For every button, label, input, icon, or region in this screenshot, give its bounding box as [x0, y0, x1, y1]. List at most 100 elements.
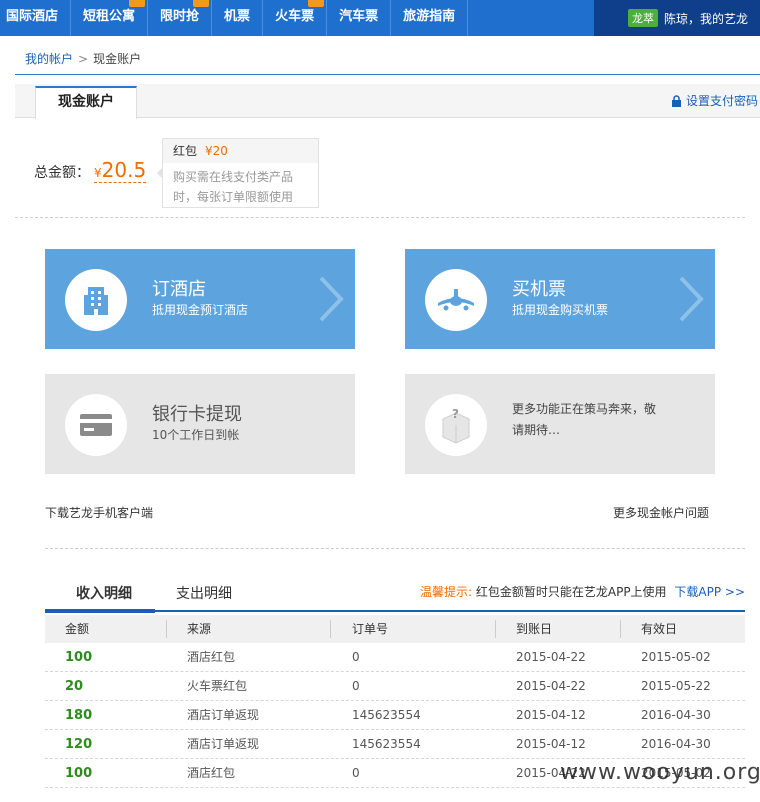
nav-item-train[interactable]: 火车票: [263, 0, 328, 36]
amount-value: 20.5: [101, 158, 147, 182]
tooltip-arrow: [157, 167, 163, 179]
nav-item-intl-hotel[interactable]: 国际酒店: [0, 0, 72, 36]
bank-withdraw-card[interactable]: 银行卡提现 10个工作日到帐: [45, 374, 355, 474]
card-icon-circle: [425, 269, 487, 331]
column-header-source: 来源: [187, 622, 212, 636]
column-separator: [166, 620, 167, 638]
chevron-right-icon: [319, 276, 344, 322]
warm-tip: 温馨提示: 红包金额暂时只能在艺龙APP上使用 下载APP >>: [420, 583, 745, 600]
cell-order-no: 145623554: [352, 737, 421, 751]
nav-item-label: 火车票: [275, 9, 315, 24]
column-header-order-no: 订单号: [352, 622, 389, 636]
tooltip-header: 红包 ¥20: [163, 139, 318, 163]
cell-amount: 100: [65, 650, 93, 665]
card-icon-circle: ?: [425, 394, 487, 456]
new-badge-icon: [308, 0, 325, 7]
chevron-right-icon: [679, 276, 704, 322]
card-icon-circle: [65, 269, 127, 331]
card-subtitle: 抵用现金预订酒店: [152, 303, 249, 317]
nav-item-flights[interactable]: 机票: [212, 0, 264, 36]
breadcrumb-current: 现金账户: [93, 52, 142, 66]
breadcrumb-separator: >: [78, 51, 89, 66]
card-title: 银行卡提现: [152, 404, 242, 425]
download-app-link[interactable]: 下载APP >>: [674, 585, 745, 599]
tooltip-line: 时，每张订单限额使用: [173, 190, 294, 204]
nav-item-label: 限时抢: [160, 9, 200, 24]
cell-order-no: 0: [352, 650, 360, 664]
top-navigation-bar: 国际酒店 短租公寓 限时抢 机票 火车票 汽车票 旅游指南 龙萃 陈琼，我的艺龙: [0, 0, 760, 36]
user-menu[interactable]: 龙萃 陈琼，我的艺龙: [594, 0, 760, 36]
total-balance-label: 总金额：: [34, 165, 90, 181]
active-tab-indicator: [45, 609, 155, 613]
table-row: 120 酒店订单返现 145623554 2015-04-12 2016-04-…: [45, 730, 745, 759]
lock-icon: [671, 94, 681, 107]
breadcrumb: 我的帐户 > 现金账户: [25, 50, 141, 67]
cell-order-no: 0: [352, 766, 360, 780]
vip-badge: 龙萃: [628, 9, 658, 27]
cell-amount: 20: [65, 679, 84, 694]
column-header-amount: 金额: [65, 622, 90, 636]
buy-flight-card[interactable]: 买机票 抵用现金购买机票: [405, 249, 715, 349]
column-separator: [495, 620, 496, 638]
coming-soon-line: 请期待…: [512, 423, 561, 437]
divider: [15, 74, 760, 75]
cell-amount: 180: [65, 708, 93, 723]
nav-item-apartment[interactable]: 短租公寓: [71, 0, 149, 36]
card-title: 买机票: [512, 279, 566, 300]
cell-source: 酒店订单返现: [187, 708, 260, 722]
hotel-building-icon: [84, 287, 108, 315]
cell-credited-date: 2015-04-22: [516, 679, 586, 693]
nav-menu: 国际酒店 短租公寓 限时抢 机票 火车票 汽车票 旅游指南: [0, 0, 469, 36]
nav-item-label: 短租公寓: [83, 9, 136, 24]
divider: [45, 548, 745, 549]
warm-tip-label: 温馨提示:: [420, 585, 473, 599]
total-balance-amount[interactable]: ¥20.5: [94, 158, 147, 183]
table-header: 金额 来源 订单号 到账日 有效日: [45, 615, 745, 643]
airplane-icon: [438, 289, 474, 311]
new-badge-icon: [193, 0, 210, 7]
card-subtitle: 10个工作日到帐: [152, 428, 240, 442]
breadcrumb-my-account[interactable]: 我的帐户: [25, 50, 73, 67]
cell-credited-date: 2015-04-12: [516, 737, 586, 751]
nav-item-bus[interactable]: 汽车票: [327, 0, 392, 36]
coming-soon-text: 更多功能正在策马奔来，敬 请期待…: [512, 399, 702, 441]
cell-source: 火车票红包: [187, 679, 248, 693]
nav-item-travel-guide[interactable]: 旅游指南: [391, 0, 469, 36]
user-greeting[interactable]: 陈琼，我的艺龙: [664, 10, 748, 27]
bank-card-icon: [80, 414, 112, 436]
column-header-credited-date: 到账日: [516, 622, 553, 636]
table-row: 20 火车票红包 0 2015-04-22 2015-05-22: [45, 672, 745, 701]
divider: [15, 217, 745, 218]
cell-valid-date: 2015-05-02: [641, 650, 711, 664]
cell-amount: 120: [65, 737, 93, 752]
table-row: 180 酒店订单返现 145623554 2015-04-12 2016-04-…: [45, 701, 745, 730]
currency-symbol: ¥: [94, 166, 102, 180]
cell-order-no: 145623554: [352, 708, 421, 722]
red-packet-label: 红包: [173, 144, 198, 158]
cell-valid-date: 2015-05-22: [641, 679, 711, 693]
red-packet-value: ¥20: [205, 144, 228, 158]
tab-expense-detail[interactable]: 支出明细: [176, 583, 232, 603]
cell-amount: 100: [65, 766, 93, 781]
cell-valid-date: 2016-04-30: [641, 708, 711, 722]
download-app-link[interactable]: 下载艺龙手机客户端: [45, 504, 153, 521]
cell-source: 酒店订单返现: [187, 737, 260, 751]
card-icon-circle: [65, 394, 127, 456]
book-hotel-card[interactable]: 订酒店 抵用现金预订酒店: [45, 249, 355, 349]
nav-item-flash-sale[interactable]: 限时抢: [148, 0, 213, 36]
cell-valid-date: 2016-04-30: [641, 737, 711, 751]
set-payment-password-link[interactable]: 设置支付密码: [671, 92, 758, 109]
svg-text:?: ?: [452, 407, 459, 421]
tab-cash-account[interactable]: 现金账户: [35, 86, 137, 119]
total-balance: 总金额： ¥20.5: [34, 158, 147, 183]
tooltip-line: 购买需在线支付类产品: [173, 170, 294, 184]
question-box-icon: ?: [442, 407, 470, 444]
tab-income-detail[interactable]: 收入明细: [76, 583, 132, 603]
cell-source: 酒店红包: [187, 650, 236, 664]
faq-link[interactable]: 更多现金帐户问题: [613, 504, 709, 521]
column-separator: [330, 620, 331, 638]
set-payment-password-label: 设置支付密码: [685, 94, 758, 108]
red-packet-tooltip: 红包 ¥20 购买需在线支付类产品 时，每张订单限额使用: [157, 138, 319, 208]
account-tab-bar: 现金账户 设置支付密码: [15, 84, 760, 119]
cell-credited-date: 2015-04-22: [516, 650, 586, 664]
